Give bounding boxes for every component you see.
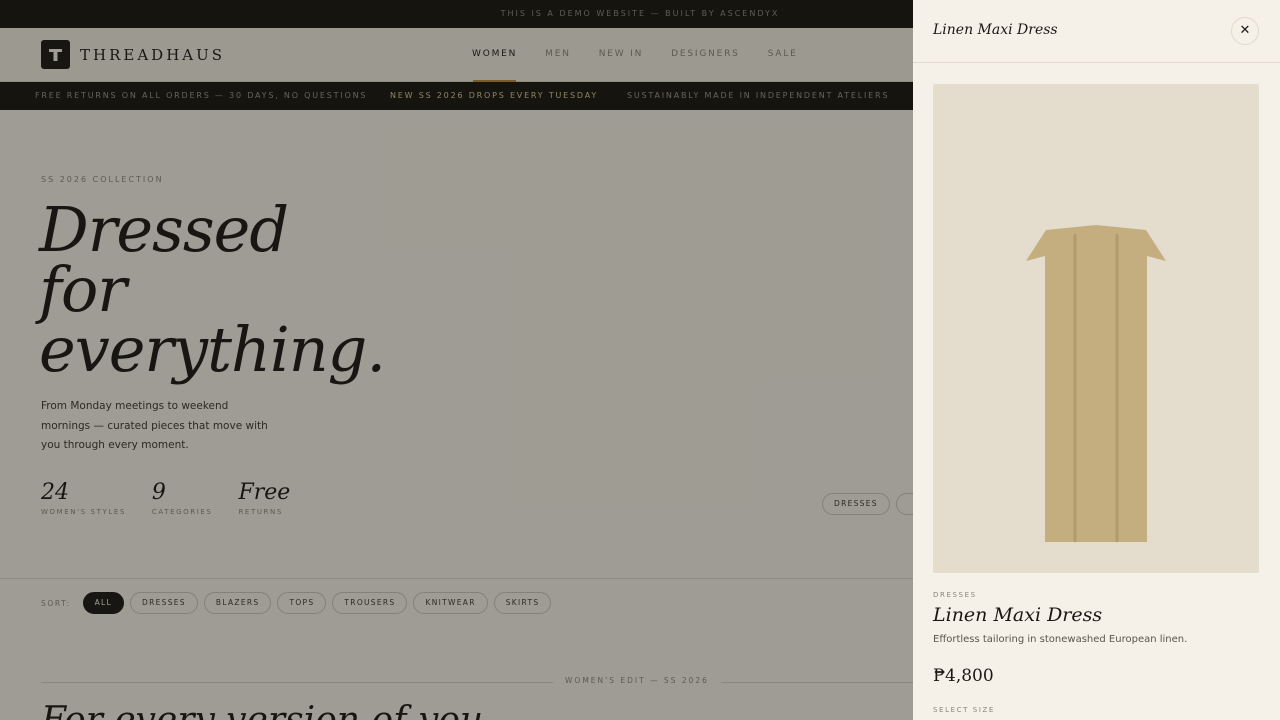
close-icon: ✕ — [1239, 23, 1251, 38]
quick-view-panel: Linen Maxi Dress ✕ Dresses Linen Maxi Dr… — [913, 0, 1280, 720]
product-category: Dresses — [933, 591, 977, 599]
dress-illustration — [1026, 225, 1166, 542]
product-price: ₱4,800 — [933, 666, 994, 686]
product-description: Effortless tailoring in stonewashed Euro… — [933, 634, 1188, 645]
size-selector-label: Select size — [933, 706, 995, 714]
panel-header: Linen Maxi Dress ✕ — [913, 0, 1280, 63]
panel-title: Linen Maxi Dress — [933, 22, 1058, 38]
product-image — [933, 84, 1259, 573]
page: This is a demo website — built by Ascend… — [0, 0, 1280, 720]
close-button[interactable]: ✕ — [1231, 17, 1259, 45]
product-name: Linen Maxi Dress — [933, 604, 1103, 626]
